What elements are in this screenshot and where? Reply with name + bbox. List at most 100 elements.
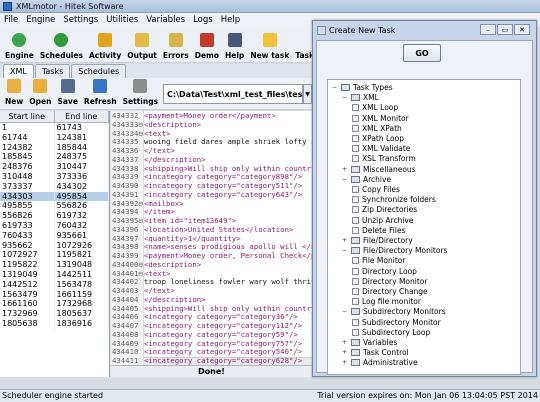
tree-node-log-file-monitor[interactable]: Log file monitor: [352, 297, 421, 306]
errors-button[interactable]: Errors: [160, 27, 192, 63]
line-ranges-table[interactable]: Start line End line 1 61743 61744 124381 124…: [0, 111, 110, 377]
table-row[interactable]: 1072927 1195821: [0, 250, 109, 261]
menu-logs[interactable]: Logs: [193, 15, 213, 25]
tree-node-synchronize-folders[interactable]: Synchronize folders: [352, 195, 436, 204]
table-row[interactable]: 248376 310447: [0, 162, 109, 172]
tree-node-xml-xpath[interactable]: XML XPath: [352, 124, 402, 133]
tree-node-directory-loop[interactable]: Directory Loop: [352, 267, 417, 276]
tree-node-copy-files[interactable]: Copy Files: [352, 185, 400, 194]
refresh-button[interactable]: Refresh: [81, 77, 120, 109]
end-line-cell: 1805637: [55, 309, 109, 319]
menu-variables[interactable]: Variables: [146, 15, 185, 25]
tree-node-directory-change[interactable]: Directory Change: [352, 287, 428, 296]
save-button[interactable]: Save: [54, 77, 80, 109]
tree-node-xml-validate[interactable]: XML Validate: [352, 144, 410, 153]
tree-node-file-directory-monitors[interactable]: − File/Directory Monitors: [342, 246, 447, 255]
tree-node-zip-directories[interactable]: Zip Directories: [352, 205, 417, 214]
table-row[interactable]: 760433 935661: [0, 230, 109, 241]
tab-tasks[interactable]: Tasks: [34, 64, 71, 78]
menu-settings[interactable]: Settings: [63, 15, 98, 25]
task-type-tree[interactable]: − Task Types − XML XML Loop XML Monitor XML XP…: [327, 79, 521, 375]
code-text: <payment>Money order, Personal Check</pa…: [144, 251, 312, 260]
table-row[interactable]: 1319049 1442511: [0, 269, 109, 280]
engine-button[interactable]: Engine: [2, 27, 37, 63]
tree-node-task-types[interactable]: − Task Types: [332, 83, 393, 92]
menu-engine[interactable]: Engine: [26, 15, 55, 25]
engine-icon: [12, 33, 27, 47]
tab-schedules[interactable]: Schedules: [71, 64, 127, 78]
collapse-icon[interactable]: −: [342, 247, 349, 254]
table-row[interactable]: 373337 434302: [0, 181, 109, 192]
new-task-button[interactable]: New task: [247, 27, 292, 63]
tree-node-xml-loop[interactable]: XML Loop: [352, 103, 398, 112]
collapse-icon[interactable]: −: [332, 84, 339, 91]
minimize-icon[interactable]: –: [480, 24, 496, 35]
activity-button[interactable]: Activity: [86, 27, 124, 63]
close-icon[interactable]: ✕: [514, 24, 530, 35]
table-row[interactable]: 1661160 1732968: [0, 299, 109, 310]
end-line-cell: 935661: [55, 230, 109, 241]
table-row[interactable]: 556826 619732: [0, 211, 109, 221]
tree-node-xml[interactable]: − XML: [342, 93, 379, 102]
open-button[interactable]: Open: [26, 77, 54, 109]
code-line[interactable]: 434411 <incategory category="category628"…: [111, 356, 312, 366]
code-text: <quantity>1</quantity>: [144, 233, 241, 243]
tree-node-file-directory[interactable]: + File/Directory: [342, 236, 413, 245]
file-path-combobox[interactable]: C:\Data\Test\xml_test_files\testXML100MB…: [163, 84, 304, 104]
menu-help[interactable]: Help: [221, 15, 240, 25]
tree-node-subdirectory-loop[interactable]: Subdirectory Loop: [352, 328, 430, 337]
collapse-icon[interactable]: −: [342, 94, 349, 101]
table-row[interactable]: 1 61743: [0, 123, 109, 133]
expand-icon[interactable]: +: [342, 349, 349, 356]
tree-node-xpath-loop[interactable]: XPath Loop: [352, 134, 404, 143]
schedules-button[interactable]: Schedules: [37, 27, 86, 63]
table-row[interactable]: 619733 760432: [0, 220, 109, 231]
tree-node-archive[interactable]: − Archive: [342, 175, 391, 184]
menu-utilities[interactable]: Utilities: [106, 15, 138, 25]
menu-file[interactable]: File: [4, 15, 18, 25]
save-icon: [60, 79, 75, 93]
table-row[interactable]: 1195822 1319048: [0, 260, 109, 270]
tree-node-unzip-archive[interactable]: Unzip Archive: [352, 216, 413, 225]
table-row[interactable]: 1442512 1563478: [0, 279, 109, 290]
table-row[interactable]: 61744 124381: [0, 132, 109, 143]
tree-node-administrative[interactable]: + Administrative: [342, 358, 418, 367]
tree-node-file-monitor[interactable]: File Monitor: [352, 256, 405, 265]
tree-node-subdirectory-monitor[interactable]: Subdirectory Monitor: [352, 318, 441, 327]
expand-icon[interactable]: +: [342, 166, 349, 173]
table-row[interactable]: 124382 185844: [0, 142, 109, 153]
table-row[interactable]: 935662 1072926: [0, 240, 109, 251]
table-row[interactable]: 434303 495854: [0, 191, 109, 202]
column-header-start-line[interactable]: Start line: [0, 111, 55, 122]
output-button[interactable]: Output: [124, 27, 160, 63]
tree-node-delete-files[interactable]: Delete Files: [352, 226, 405, 235]
new-button[interactable]: New: [2, 77, 26, 109]
expand-icon[interactable]: +: [342, 237, 349, 244]
table-row[interactable]: 1805638 1836916: [0, 318, 109, 329]
tree-node-xsl-transform[interactable]: XSL Transform: [352, 154, 416, 163]
expand-icon[interactable]: +: [342, 359, 349, 366]
settings-button[interactable]: Settings: [120, 77, 161, 109]
table-row[interactable]: 495855 556826: [0, 201, 109, 212]
tree-node-task-control[interactable]: + Task Control: [342, 348, 409, 357]
xml-editor[interactable]: Done! 434332 <payment>Money order</paymen…: [111, 111, 312, 377]
column-header-end-line[interactable]: End line: [55, 111, 109, 122]
expand-icon[interactable]: +: [342, 339, 349, 346]
tree-node-xml-monitor[interactable]: XML Monitor: [352, 114, 409, 123]
table-row[interactable]: 1732969 1805637: [0, 309, 109, 319]
chevron-down-icon[interactable]: ▼: [303, 84, 312, 104]
table-row[interactable]: 185845 248375: [0, 152, 109, 163]
tree-node-subdirectory-monitors[interactable]: − Subdirectory Monitors: [342, 307, 446, 316]
tree-node-directory-monitor[interactable]: Directory Monitor: [352, 277, 427, 286]
tree-node-variables[interactable]: + Variables: [342, 338, 397, 347]
collapse-icon[interactable]: −: [342, 176, 349, 183]
tree-node-miscellaneous[interactable]: + Miscellaneous: [342, 165, 416, 174]
table-row[interactable]: 1563479 1661159: [0, 289, 109, 300]
help-button[interactable]: Help: [222, 27, 247, 63]
tab-xml[interactable]: XML: [3, 64, 34, 78]
table-row[interactable]: 310448 373336: [0, 171, 109, 182]
demo-button[interactable]: Demo: [192, 27, 222, 63]
collapse-icon[interactable]: −: [342, 308, 349, 315]
go-button[interactable]: GO: [403, 44, 441, 62]
maximize-icon[interactable]: ▭: [497, 24, 513, 35]
